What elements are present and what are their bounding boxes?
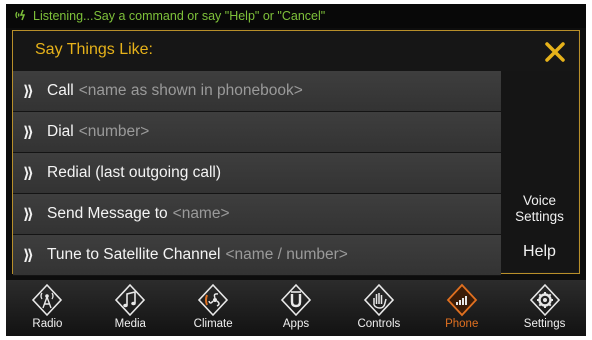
command-hint: <name / number> <box>225 246 348 263</box>
gear-icon <box>528 283 562 317</box>
voice-wave-icon: ⟫ <box>23 123 34 141</box>
close-button[interactable] <box>540 37 570 67</box>
nav-controls[interactable]: Controls <box>337 280 420 336</box>
command-label: Dial <box>47 123 74 140</box>
command-redial[interactable]: ⟫ Redial (last outgoing call) <box>13 153 501 194</box>
nav-label: Climate <box>193 318 233 330</box>
voice-settings-label-line1: Voice <box>522 193 557 208</box>
command-send-message[interactable]: ⟫ Send Message to <name> <box>13 194 501 235</box>
music-note-icon <box>113 283 147 317</box>
voice-listening-icon <box>14 8 28 25</box>
phone-signal-icon <box>445 283 479 317</box>
nav-label: Settings <box>523 318 566 330</box>
nav-label: Apps <box>282 318 310 330</box>
side-actions: Voice Settings Help <box>501 71 578 272</box>
voice-wave-icon: ⟫ <box>23 246 34 264</box>
command-hint: <number> <box>78 123 150 140</box>
status-bar: Listening...Say a command or say "Help" … <box>6 4 586 28</box>
nav-label: Phone <box>445 318 479 330</box>
nav-settings[interactable]: Settings <box>503 280 586 336</box>
panel-title: Say Things Like: <box>35 41 153 58</box>
status-text: Listening...Say a command or say "Help" … <box>33 9 326 23</box>
uconnect-screen: Listening...Say a command or say "Help" … <box>6 4 586 336</box>
hand-controls-icon <box>362 283 396 317</box>
command-hint: <name as shown in phonebook> <box>78 82 303 99</box>
close-x-icon <box>545 42 565 62</box>
nav-label: Controls <box>357 318 401 330</box>
command-dial[interactable]: ⟫ Dial <number> <box>13 112 501 153</box>
command-label: Send Message to <box>47 205 168 222</box>
help-button[interactable]: Help <box>501 243 578 261</box>
nav-label: Media <box>114 318 146 330</box>
panel-header: Say Things Like: <box>13 31 578 71</box>
voice-wave-icon: ⟫ <box>23 82 34 100</box>
apps-u-icon <box>279 283 313 317</box>
nav-phone[interactable]: Phone <box>420 280 503 336</box>
climate-fan-icon <box>196 283 230 317</box>
nav-label: Radio <box>32 318 63 330</box>
voice-settings-label-line2: Settings <box>515 209 564 224</box>
voice-help-panel: Say Things Like: ⟫ Call <name as shown i… <box>12 30 580 276</box>
nav-media[interactable]: Media <box>89 280 172 336</box>
voice-settings-button[interactable]: Voice Settings <box>501 193 578 225</box>
command-label: Tune to Satellite Channel <box>47 246 221 263</box>
command-label: Redial (last outgoing call) <box>47 164 222 181</box>
command-list: ⟫ Call <name as shown in phonebook> ⟫ Di… <box>13 71 501 276</box>
radio-tower-icon <box>30 283 64 317</box>
command-hint: <name> <box>172 205 230 222</box>
nav-apps[interactable]: Apps <box>255 280 338 336</box>
nav-climate[interactable]: Climate <box>172 280 255 336</box>
voice-wave-icon: ⟫ <box>23 205 34 223</box>
nav-radio[interactable]: Radio <box>6 280 89 336</box>
command-tune-satellite[interactable]: ⟫ Tune to Satellite Channel <name / numb… <box>13 235 501 276</box>
command-label: Call <box>47 82 74 99</box>
voice-wave-icon: ⟫ <box>23 164 34 182</box>
bottom-nav-bar: Radio Media Climate Apps Controls Phone … <box>6 280 586 336</box>
command-call[interactable]: ⟫ Call <name as shown in phonebook> <box>13 71 501 112</box>
